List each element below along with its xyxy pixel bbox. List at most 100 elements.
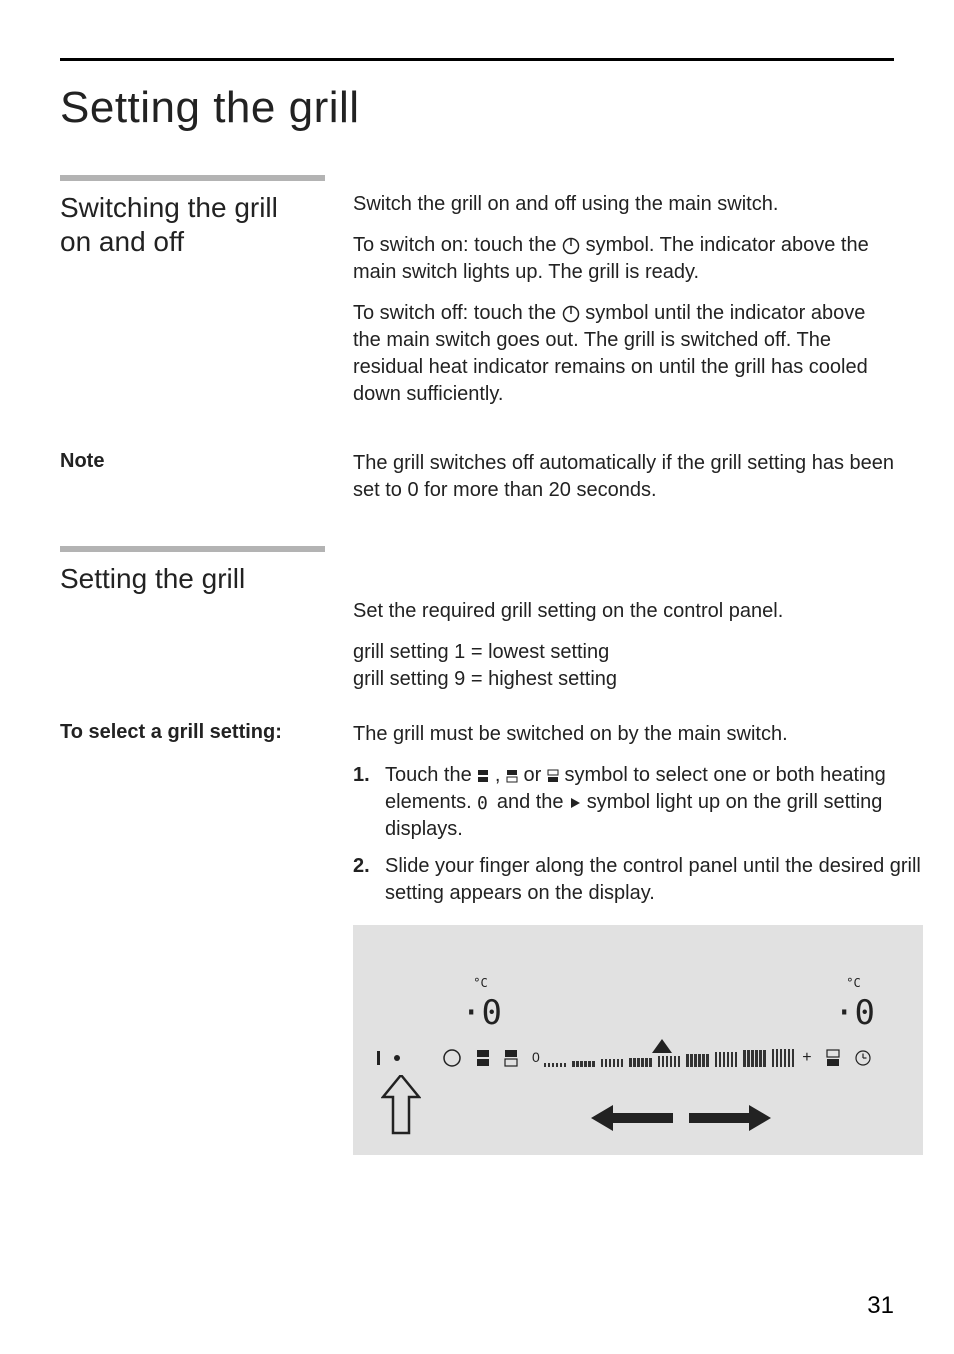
slider-tick xyxy=(792,1049,795,1067)
slider-tick xyxy=(719,1052,722,1067)
slider-tick xyxy=(751,1050,754,1067)
slider-tick xyxy=(727,1052,730,1067)
slider-tick xyxy=(723,1052,726,1067)
slider-tick xyxy=(666,1056,669,1067)
setting-intro: Set the required grill setting on the co… xyxy=(353,598,894,625)
power-icon xyxy=(442,1048,462,1068)
slider-tick xyxy=(649,1058,652,1067)
indicator-dot-icon xyxy=(394,1055,400,1061)
heading-line-1: Switching the grill xyxy=(60,192,278,223)
slider-tick xyxy=(658,1056,661,1067)
slider-tick xyxy=(772,1049,775,1067)
arrow-left-right-icon xyxy=(591,1103,771,1133)
slider-tick xyxy=(788,1049,791,1067)
slider-tick xyxy=(580,1061,583,1067)
heading-line-2: on and off xyxy=(60,226,184,257)
slider-tick xyxy=(698,1054,701,1067)
section-heading-switching: Switching the grill on and off xyxy=(60,191,325,258)
segment-right: 0 xyxy=(834,991,873,1037)
slider-tick xyxy=(572,1061,575,1067)
slider-tick xyxy=(592,1061,595,1067)
display-left: °C 0 xyxy=(461,975,500,1037)
note-label: Note xyxy=(60,450,325,473)
slider-tick xyxy=(743,1050,746,1067)
slider-ticks xyxy=(544,1049,795,1067)
slider-tick xyxy=(690,1054,693,1067)
slider-tick xyxy=(686,1054,689,1067)
slider-plus-label: + xyxy=(802,1047,811,1069)
slider-tick xyxy=(552,1063,555,1067)
slider-tick xyxy=(560,1063,563,1067)
slider-tick xyxy=(759,1050,762,1067)
display-right: °C 0 xyxy=(834,975,873,1037)
switch-intro: Switch the grill on and off using the ma… xyxy=(353,191,894,218)
slider-tick xyxy=(588,1061,591,1067)
slider-tick xyxy=(670,1056,673,1067)
slider-tick xyxy=(629,1058,632,1067)
zone-top-icon xyxy=(504,1049,518,1067)
zone-both-icon xyxy=(476,1049,490,1067)
slider-tick xyxy=(702,1054,705,1067)
slider-tick xyxy=(776,1049,779,1067)
page-title: Setting the grill xyxy=(60,83,894,133)
unit-label: °C xyxy=(461,975,500,991)
setting-low: grill setting 1 = lowest setting xyxy=(353,639,894,666)
segment-left: 0 xyxy=(461,991,500,1037)
slider-tick xyxy=(706,1054,709,1067)
switch-on-text: To switch on: touch the symbol. The indi… xyxy=(353,232,894,286)
play-icon xyxy=(569,797,581,809)
power-icon xyxy=(562,237,580,255)
section-rule xyxy=(60,175,325,181)
slider-tick xyxy=(564,1063,567,1067)
slider-tick xyxy=(763,1050,766,1067)
step-1-body: Touch the , or symbol to select one or b… xyxy=(385,762,923,843)
slider-tick xyxy=(621,1059,624,1067)
slider-tick xyxy=(601,1059,604,1067)
power-icon xyxy=(562,305,580,323)
slider-tick xyxy=(755,1050,758,1067)
slider-tick xyxy=(694,1054,697,1067)
control-panel-figure: °C 0 °C 0 xyxy=(353,925,923,1155)
select-heading: To select a grill setting: xyxy=(60,721,325,744)
switch-off-text: To switch off: touch the symbol until th… xyxy=(353,300,894,408)
note-body: The grill switches off automatically if … xyxy=(353,450,894,504)
slider-tick xyxy=(613,1059,616,1067)
slider-tick xyxy=(641,1058,644,1067)
slider-tick xyxy=(548,1063,551,1067)
slider-tick xyxy=(747,1050,750,1067)
section-rule xyxy=(60,546,325,552)
clock-icon xyxy=(854,1049,872,1067)
slider-tick xyxy=(544,1063,547,1067)
slider-zero-label: 0 xyxy=(532,1048,540,1067)
step-2: 2. Slide your finger along the control p… xyxy=(353,853,923,907)
indicator-on-icon xyxy=(377,1051,380,1065)
svg-text:0: 0 xyxy=(477,794,488,812)
zone-bottom-icon xyxy=(547,769,559,783)
step-2-number: 2. xyxy=(353,853,375,907)
step-1-number: 1. xyxy=(353,762,375,843)
arrow-up-icon xyxy=(381,1075,421,1135)
slider-tick xyxy=(637,1058,640,1067)
slider-tick xyxy=(784,1049,787,1067)
slider-tick xyxy=(584,1061,587,1067)
unit-label: °C xyxy=(834,975,873,991)
slider-tick xyxy=(633,1058,636,1067)
slider-tick xyxy=(735,1052,738,1067)
slider-tick xyxy=(715,1052,718,1067)
page-number: 31 xyxy=(867,1292,894,1320)
slider-tick xyxy=(645,1058,648,1067)
slider-tick xyxy=(780,1049,783,1067)
step-1: 1. Touch the , or symbol to select one o… xyxy=(353,762,923,843)
zone-both-icon xyxy=(477,769,489,783)
slider-tick xyxy=(662,1056,665,1067)
slider-tick xyxy=(576,1061,579,1067)
slider-tick xyxy=(605,1059,608,1067)
zone-top-icon xyxy=(506,769,518,783)
slider-tick xyxy=(731,1052,734,1067)
setting-high: grill setting 9 = highest setting xyxy=(353,666,894,693)
section-heading-setting: Setting the grill xyxy=(60,562,325,596)
slider-tick xyxy=(609,1059,612,1067)
slider-tick xyxy=(678,1056,681,1067)
zone-bottom-icon xyxy=(826,1049,840,1067)
slider-tick xyxy=(674,1056,677,1067)
